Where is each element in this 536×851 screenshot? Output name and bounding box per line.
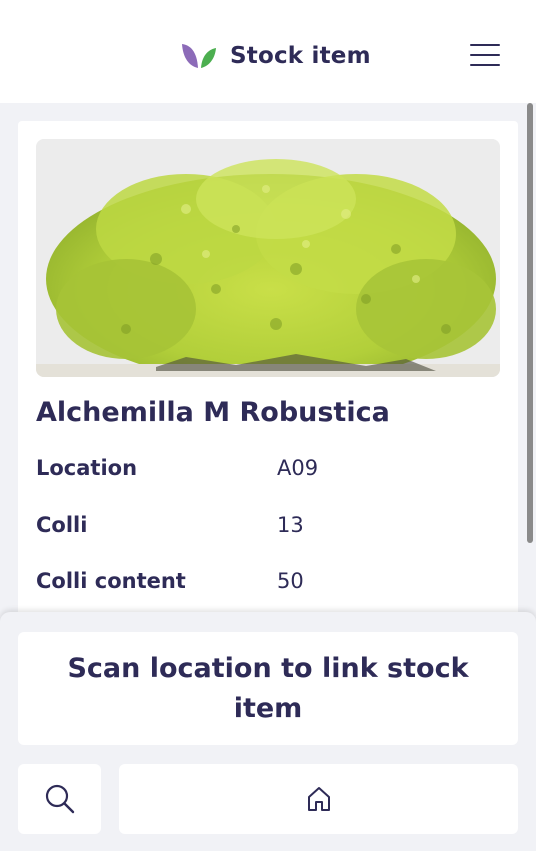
leaf-logo-icon — [182, 44, 216, 68]
search-icon — [45, 784, 74, 814]
plant-image — [36, 139, 500, 377]
page-title: Stock item — [230, 43, 371, 69]
home-button[interactable] — [119, 764, 518, 834]
scrollbar[interactable] — [527, 103, 533, 543]
detail-label: Colli content — [36, 569, 186, 593]
detail-value: 13 — [277, 513, 304, 537]
hamburger-menu-icon[interactable] — [470, 44, 500, 66]
detail-row-colli: Colli 13 — [36, 513, 496, 543]
item-name: Alchemilla M Robustica — [36, 397, 390, 428]
search-button[interactable] — [18, 764, 101, 834]
detail-row-colli-content: Colli content 50 — [36, 569, 496, 599]
header-brand: Stock item — [180, 40, 371, 72]
stock-item-card: Alchemilla M Robustica Location A09 Coll… — [18, 121, 518, 681]
scan-prompt: Scan location to link stock item — [18, 632, 518, 745]
bottom-action-panel: Scan location to link stock item — [0, 612, 536, 851]
app-header: Stock item — [0, 0, 536, 103]
home-icon — [307, 787, 330, 811]
detail-value: 50 — [277, 569, 304, 593]
detail-label: Colli — [36, 513, 88, 537]
plant-photo — [36, 139, 500, 377]
detail-value: A09 — [277, 456, 319, 480]
detail-label: Location — [36, 456, 138, 480]
detail-row-location: Location A09 — [36, 456, 496, 486]
